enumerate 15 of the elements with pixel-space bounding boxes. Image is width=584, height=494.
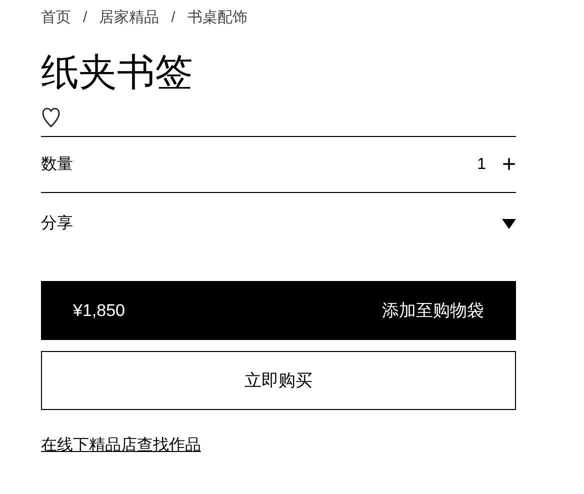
breadcrumb-link[interactable]: 居家精品: [99, 7, 160, 30]
breadcrumb-link[interactable]: 书桌配饰: [187, 7, 248, 30]
breadcrumb-separator: /: [171, 8, 176, 28]
increment-button[interactable]: +: [502, 152, 516, 176]
caret-down-icon[interactable]: [502, 219, 516, 229]
product-title: 纸夹书签: [41, 51, 194, 96]
buy-now-button[interactable]: 立即购买: [41, 351, 516, 410]
breadcrumb-separator: /: [83, 8, 88, 28]
quantity-value: 1: [477, 154, 486, 174]
heart-icon[interactable]: [41, 106, 61, 128]
share-label[interactable]: 分享: [41, 212, 73, 236]
breadcrumb-link[interactable]: 首页: [41, 7, 71, 30]
add-to-bag-button[interactable]: ¥1,850 添加至购物袋: [41, 281, 516, 340]
quantity-label: 数量: [41, 154, 73, 174]
store-link[interactable]: 在线下精品店查找作品: [41, 434, 201, 458]
